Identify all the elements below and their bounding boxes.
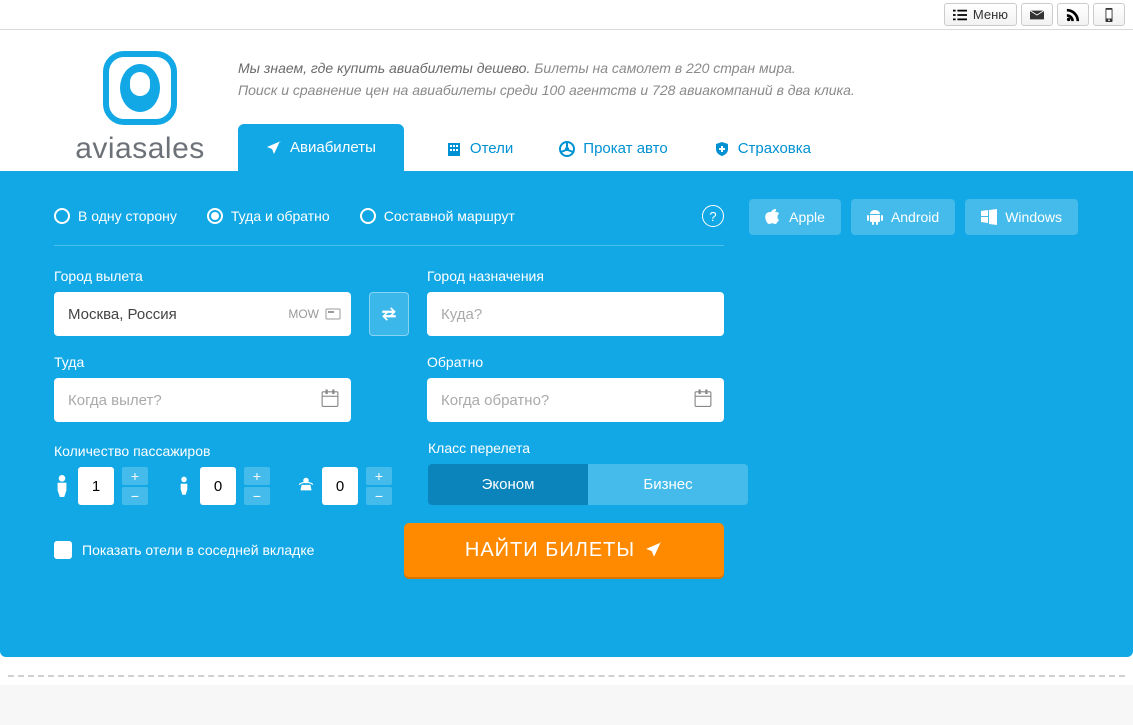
infant-plus-button[interactable]: + xyxy=(366,467,392,485)
infant-stepper: + − xyxy=(298,467,392,505)
windows-label: Windows xyxy=(1005,209,1062,225)
android-app-button[interactable]: Android xyxy=(851,199,955,235)
infant-count-input[interactable] xyxy=(322,467,358,505)
list-icon xyxy=(953,8,967,22)
tab-cars[interactable]: Прокат авто xyxy=(555,140,671,171)
child-stepper: + − xyxy=(176,467,270,505)
adult-minus-button[interactable]: − xyxy=(122,487,148,505)
trip-multi-radio[interactable]: Составной маршрут xyxy=(360,208,515,224)
depart-label: Туда xyxy=(54,354,351,370)
trip-type-row: В одну сторону Туда и обратно Составной … xyxy=(54,205,724,246)
from-airport-code: MOW xyxy=(288,306,341,322)
from-label: Город вылета xyxy=(54,268,351,284)
cabin-class-toggle: Эконом Бизнес xyxy=(428,464,748,505)
slogan: Мы знаем, где купить авиабилеты дешево. … xyxy=(238,54,1073,101)
footer-area xyxy=(0,685,1133,725)
show-hotels-checkbox[interactable] xyxy=(54,541,72,559)
to-input[interactable] xyxy=(427,292,724,336)
menu-button[interactable]: Меню xyxy=(944,3,1017,26)
mobile-icon xyxy=(1102,8,1116,22)
windows-app-button[interactable]: Windows xyxy=(965,199,1078,235)
help-button[interactable]: ? xyxy=(702,205,724,227)
radio-icon xyxy=(207,208,223,224)
plane-icon xyxy=(266,140,282,156)
trip-round-label: Туда и обратно xyxy=(231,208,330,224)
adult-plus-button[interactable]: + xyxy=(122,467,148,485)
infant-minus-button[interactable]: − xyxy=(366,487,392,505)
child-plus-button[interactable]: + xyxy=(244,467,270,485)
child-count-input[interactable] xyxy=(200,467,236,505)
child-icon xyxy=(176,475,192,497)
search-form: В одну сторону Туда и обратно Составной … xyxy=(0,171,1133,657)
tab-hotels-label: Отели xyxy=(470,140,513,157)
mobile-button[interactable] xyxy=(1093,3,1125,26)
building-icon xyxy=(446,141,462,157)
product-tabs: Авиабилеты Отели Прокат авто Страховка xyxy=(238,125,1073,171)
trip-oneway-label: В одну сторону xyxy=(78,208,177,224)
economy-option[interactable]: Эконом xyxy=(428,464,588,505)
class-label: Класс перелета xyxy=(428,440,748,456)
rss-icon xyxy=(1066,8,1080,22)
calendar-icon xyxy=(321,390,339,411)
infant-icon xyxy=(298,475,314,497)
top-toolbar: Меню xyxy=(0,0,1133,30)
tab-cars-label: Прокат авто xyxy=(583,140,667,157)
brand-name: aviasales xyxy=(60,132,220,166)
logo[interactable]: aviasales xyxy=(60,48,220,166)
tab-flights[interactable]: Авиабилеты xyxy=(238,124,404,171)
apple-icon xyxy=(765,209,781,225)
search-button-label: НАЙТИ БИЛЕТЫ xyxy=(465,539,635,562)
steering-wheel-icon xyxy=(559,141,575,157)
radio-icon xyxy=(54,208,70,224)
rss-button[interactable] xyxy=(1057,3,1089,26)
app-store-buttons: Apple Android Windows xyxy=(749,199,1078,235)
windows-icon xyxy=(981,209,997,225)
tab-insurance[interactable]: Страховка xyxy=(710,140,815,171)
header: aviasales Мы знаем, где купить авиабилет… xyxy=(0,30,1133,171)
adult-icon xyxy=(54,475,70,497)
trip-multi-label: Составной маршрут xyxy=(384,208,515,224)
android-icon xyxy=(867,209,883,225)
apple-label: Apple xyxy=(789,209,825,225)
adult-count-input[interactable] xyxy=(78,467,114,505)
tab-flights-label: Авиабилеты xyxy=(290,139,376,156)
return-date-input[interactable] xyxy=(427,378,724,422)
apple-app-button[interactable]: Apple xyxy=(749,199,841,235)
shield-plus-icon xyxy=(714,141,730,157)
radio-icon xyxy=(360,208,376,224)
swap-cities-button[interactable] xyxy=(369,292,409,336)
depart-date-input[interactable] xyxy=(54,378,351,422)
plane-icon xyxy=(645,541,663,559)
trip-oneway-radio[interactable]: В одну сторону xyxy=(54,208,177,224)
mail-button[interactable] xyxy=(1021,3,1053,26)
android-label: Android xyxy=(891,209,939,225)
search-button[interactable]: НАЙТИ БИЛЕТЫ xyxy=(404,523,724,577)
adult-stepper: + − xyxy=(54,467,148,505)
aviasales-logo-icon xyxy=(100,48,180,128)
dashed-divider xyxy=(8,675,1125,677)
return-label: Обратно xyxy=(427,354,724,370)
calendar-icon xyxy=(694,390,712,411)
trip-roundtrip-radio[interactable]: Туда и обратно xyxy=(207,208,330,224)
business-option[interactable]: Бизнес xyxy=(588,464,748,505)
mail-icon xyxy=(1030,8,1044,22)
airport-tag-icon xyxy=(325,306,341,322)
child-minus-button[interactable]: − xyxy=(244,487,270,505)
menu-label: Меню xyxy=(973,7,1008,22)
to-label: Город назначения xyxy=(427,268,724,284)
passengers-label: Количество пассажиров xyxy=(54,443,392,459)
tab-hotels[interactable]: Отели xyxy=(442,140,517,171)
swap-icon xyxy=(380,305,398,323)
show-hotels-label: Показать отели в соседней вкладке xyxy=(82,542,314,558)
tab-insurance-label: Страховка xyxy=(738,140,811,157)
